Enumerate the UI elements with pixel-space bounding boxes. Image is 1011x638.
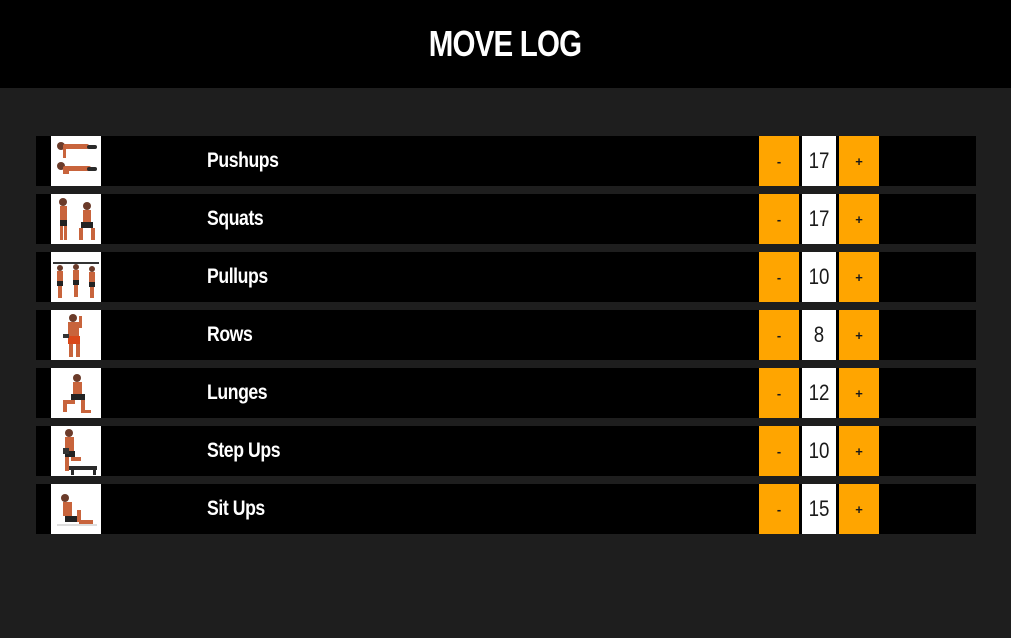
rep-stepper: - 10 + [759,252,879,302]
exercise-name: Squats [207,207,264,230]
rep-count-value: 8 [813,322,825,347]
decrement-button[interactable]: - [759,368,799,418]
rep-count: 17 [802,194,836,244]
rep-stepper: - 8 + [759,310,879,360]
rep-stepper: - 17 + [759,136,879,186]
exercise-row-rows: Rows - 8 + [36,310,976,360]
increment-button[interactable]: + [839,484,879,534]
rep-count-value: 12 [808,380,830,405]
rep-count: 10 [802,252,836,302]
decrement-button[interactable]: - [759,484,799,534]
decrement-button[interactable]: - [759,252,799,302]
exercise-row-step-ups: Step Ups - 10 + [36,426,976,476]
increment-button[interactable]: + [839,194,879,244]
page-title: MOVE LOG [429,23,582,64]
exercise-list: Pushups - 17 + Squats - 17 + Pullups - 1… [36,136,976,542]
rep-stepper: - 10 + [759,426,879,476]
decrement-button[interactable]: - [759,310,799,360]
rep-count: 10 [802,426,836,476]
increment-button[interactable]: + [839,136,879,186]
app-header: MOVE LOG [0,0,1011,88]
decrement-button[interactable]: - [759,194,799,244]
exercise-row-pushups: Pushups - 17 + [36,136,976,186]
rep-count-value: 10 [808,264,830,289]
situp-figure-icon [51,484,101,534]
exercise-name: Rows [207,323,253,346]
rep-stepper: - 12 + [759,368,879,418]
exercise-name: Pushups [207,149,279,172]
stepup-figure-icon [51,426,101,476]
pullup-figure-icon [51,252,101,302]
rep-stepper: - 17 + [759,194,879,244]
exercise-name: Lunges [207,381,268,404]
exercise-name: Pullups [207,265,268,288]
increment-button[interactable]: + [839,310,879,360]
lunge-figure-icon [51,368,101,418]
exercise-row-squats: Squats - 17 + [36,194,976,244]
decrement-button[interactable]: - [759,426,799,476]
rep-count: 15 [802,484,836,534]
exercise-row-sit-ups: Sit Ups - 15 + [36,484,976,534]
exercise-row-pullups: Pullups - 10 + [36,252,976,302]
squat-figure-icon [51,194,101,244]
increment-button[interactable]: + [839,252,879,302]
rep-count: 8 [802,310,836,360]
rep-count-value: 17 [808,206,830,231]
rep-count-value: 15 [808,496,830,521]
rep-count-value: 10 [808,438,830,463]
exercise-row-lunges: Lunges - 12 + [36,368,976,418]
pushup-figure-icon [51,136,101,186]
exercise-name: Sit Ups [207,497,265,520]
rep-count: 17 [802,136,836,186]
increment-button[interactable]: + [839,426,879,476]
row-figure-icon [51,310,101,360]
increment-button[interactable]: + [839,368,879,418]
rep-count-value: 17 [808,148,830,173]
rep-count: 12 [802,368,836,418]
decrement-button[interactable]: - [759,136,799,186]
rep-stepper: - 15 + [759,484,879,534]
exercise-name: Step Ups [207,439,281,462]
